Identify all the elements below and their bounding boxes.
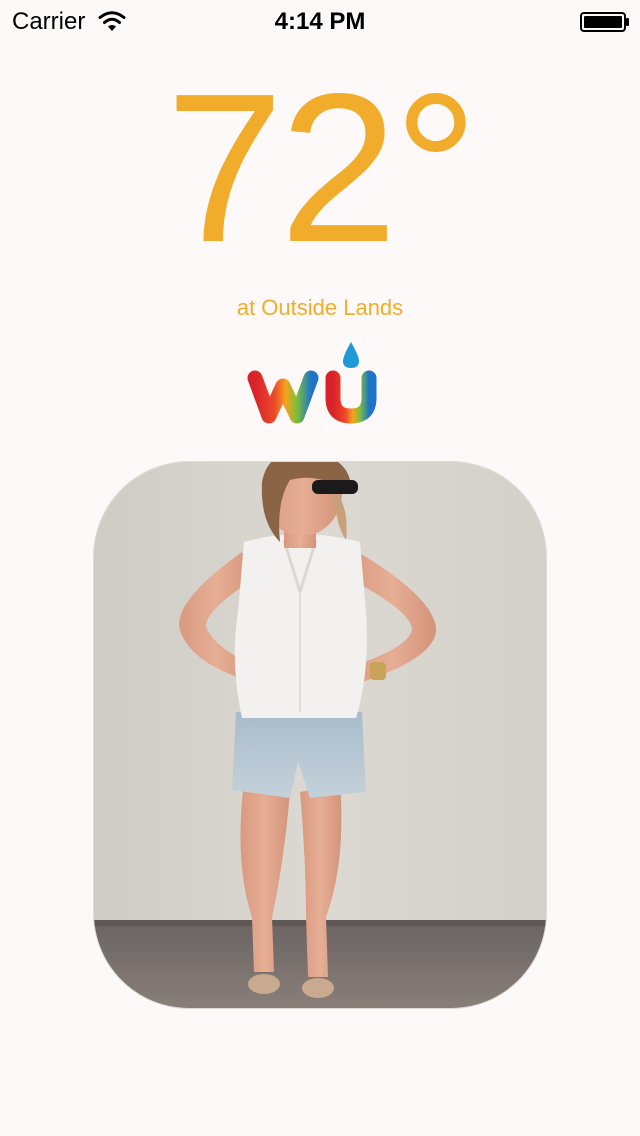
weather-underground-logo (247, 342, 377, 424)
battery-icon (580, 12, 629, 32)
clock: 4:14 PM (274, 8, 366, 35)
outfit-photo-illustration (94, 462, 546, 1008)
outfit-photo (93, 461, 547, 1009)
weather-outfit-screen: Carrier 4:14 PM 72° at Outside Lands (0, 0, 640, 1136)
location-label: at Outside Lands (236, 295, 404, 320)
temperature-reading: 72° (165, 49, 479, 286)
status-bar: Carrier 4:14 PM (0, 0, 640, 40)
